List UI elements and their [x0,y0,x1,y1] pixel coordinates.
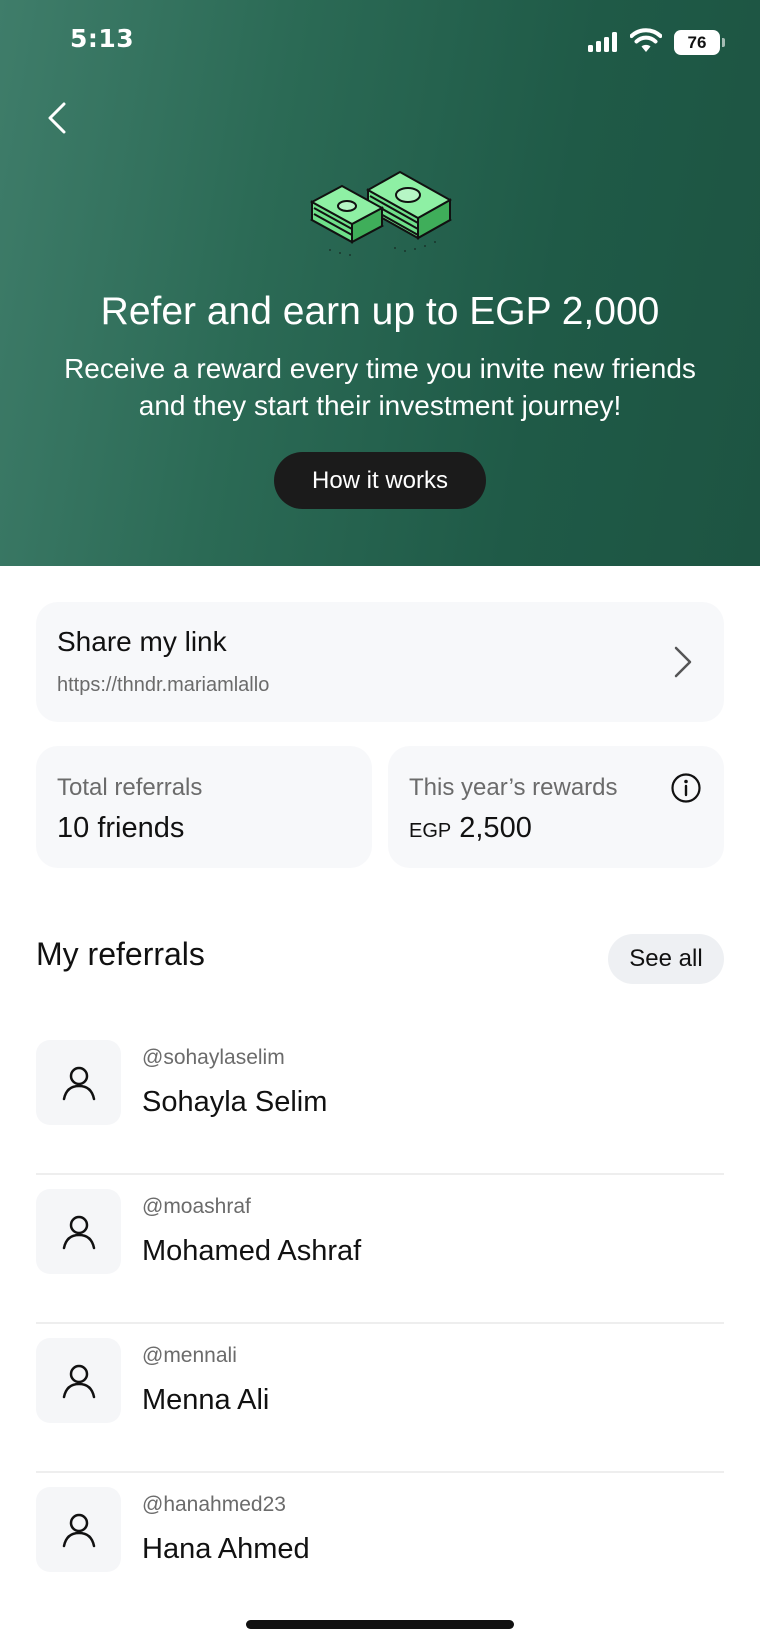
list-item[interactable]: @hanahmed23 Hana Ahmed [36,1473,724,1622]
referral-name: Menna Ali [142,1384,270,1416]
rewards-label: This year’s rewards [409,774,618,801]
referral-handle: @hanahmed23 [142,1493,286,1516]
wifi-icon [630,28,662,52]
list-item[interactable]: @mennali Menna Ali [36,1324,724,1473]
user-icon [62,1364,95,1398]
my-referrals-heading: My referrals [36,936,205,972]
share-title: Share my link [57,626,227,657]
user-icon [62,1215,95,1249]
chevron-right-icon [674,646,692,678]
list-item[interactable]: @sohaylaselim Sohayla Selim [36,1026,724,1175]
back-chevron-icon[interactable] [40,96,76,140]
avatar [36,1338,121,1423]
total-referrals-label: Total referrals [57,774,203,801]
user-icon [62,1066,95,1100]
avatar [36,1040,121,1125]
referral-name: Hana Ahmed [142,1533,310,1565]
money-stack-icon [309,170,453,256]
home-indicator [246,1620,514,1629]
hero-title: Refer and earn up to EGP 2,000 [100,290,660,333]
referral-name: Mohamed Ashraf [142,1235,362,1267]
total-referrals-card: Total referrals 10 friends [36,746,372,868]
avatar [36,1487,121,1572]
signal-icon [588,32,620,52]
hero-banner: 5:13 76 Refer and earn up to EGP 2,000 R… [0,0,760,566]
status-time: 5:13 [70,24,135,53]
battery-icon: 76 [674,30,725,55]
referral-handle: @moashraf [142,1195,251,1218]
how-it-works-button[interactable]: How it works [274,452,486,509]
referral-handle: @sohaylaselim [142,1046,285,1069]
status-bar: 5:13 76 [0,0,760,84]
rewards-amount: 2,500 [459,812,532,844]
total-referrals-value: 10 friends [57,812,185,844]
rewards-value: EGP 2,500 [409,812,532,845]
rewards-currency: EGP [409,820,452,842]
see-all-button[interactable]: See all [608,934,724,984]
referral-handle: @mennali [142,1344,237,1367]
share-link-card[interactable]: Share my link https://thndr.mariamlallo [36,602,724,722]
share-link-url: https://thndr.mariamlallo [57,674,270,696]
list-item[interactable]: @moashraf Mohamed Ashraf [36,1175,724,1324]
info-icon[interactable] [670,772,702,804]
referrals-list: @sohaylaselim Sohayla Selim @moashraf Mo… [36,1026,724,1622]
avatar [36,1189,121,1274]
hero-subtitle: Receive a reward every time you invite n… [64,353,696,421]
user-icon [62,1513,95,1547]
referral-name: Sohayla Selim [142,1086,328,1118]
rewards-card: This year’s rewards EGP 2,500 [388,746,724,868]
